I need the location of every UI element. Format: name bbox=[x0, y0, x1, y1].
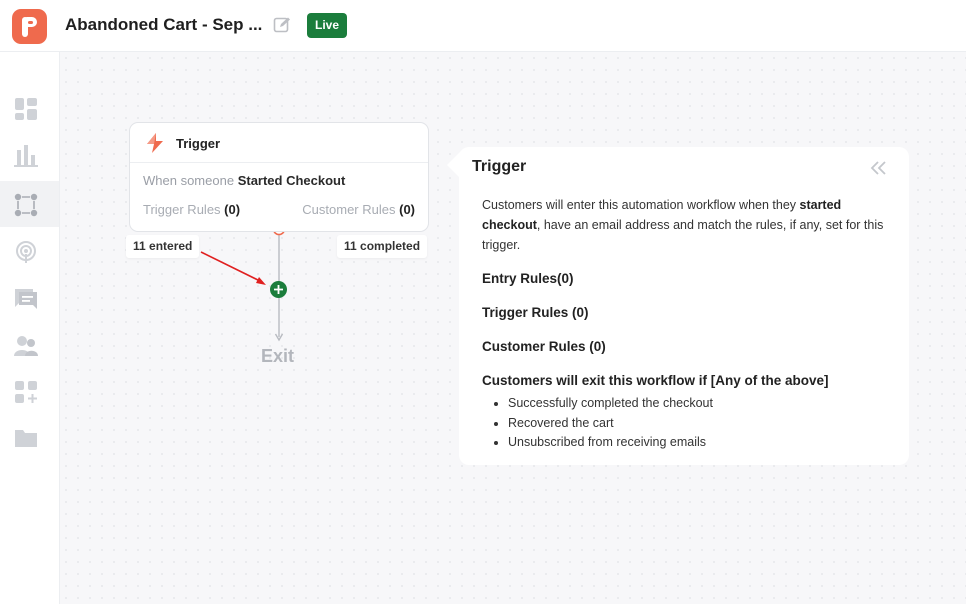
entry-rules-heading: Entry Rules(0) bbox=[482, 271, 574, 286]
customer-rules-label: Customer Rules bbox=[302, 202, 396, 217]
trigger-node-title: Trigger bbox=[176, 136, 221, 151]
collapse-panel-icon[interactable] bbox=[869, 160, 887, 181]
entered-count-badge: 11 entered bbox=[126, 235, 200, 258]
customer-rules-count: (0) bbox=[399, 202, 415, 217]
panel-desc-part1: Customers will enter this automation wor… bbox=[482, 198, 800, 212]
add-step-button[interactable] bbox=[270, 281, 287, 298]
exit-conditions-list: Successfully completed the checkout Reco… bbox=[508, 394, 713, 453]
trigger-event: Started Checkout bbox=[237, 173, 346, 188]
completed-count-badge: 11 completed bbox=[337, 235, 428, 258]
panel-description: Customers will enter this automation wor… bbox=[482, 195, 892, 255]
customer-rules-summary: Customer Rules (0) bbox=[302, 202, 415, 217]
list-item: Successfully completed the checkout bbox=[508, 394, 713, 414]
trigger-rules-summary: Trigger Rules (0) bbox=[143, 202, 240, 217]
trigger-condition: When someone Started Checkout bbox=[143, 173, 345, 188]
lightning-bolt-icon bbox=[147, 133, 163, 153]
annotation-arrow bbox=[200, 251, 266, 285]
panel-desc-part2: , have an email address and match the ru… bbox=[482, 218, 884, 252]
list-item: Unsubscribed from receiving emails bbox=[508, 433, 713, 453]
plus-icon bbox=[274, 285, 283, 294]
trigger-rules-count: (0) bbox=[224, 202, 241, 217]
customer-rules-heading: Customer Rules (0) bbox=[482, 339, 606, 354]
trigger-rules-heading: Trigger Rules (0) bbox=[482, 305, 589, 320]
list-item: Recovered the cart bbox=[508, 414, 713, 434]
trigger-node[interactable]: Trigger When someone Started Checkout Tr… bbox=[129, 122, 429, 232]
trigger-when-prefix: When someone bbox=[143, 173, 235, 188]
trigger-details-panel: Trigger Customers will enter this automa… bbox=[459, 147, 909, 465]
exit-node[interactable]: Exit bbox=[261, 346, 294, 367]
panel-title: Trigger bbox=[472, 158, 527, 175]
exit-conditions-heading: Customers will exit this workflow if [An… bbox=[482, 373, 829, 388]
trigger-rules-label: Trigger Rules bbox=[143, 202, 221, 217]
